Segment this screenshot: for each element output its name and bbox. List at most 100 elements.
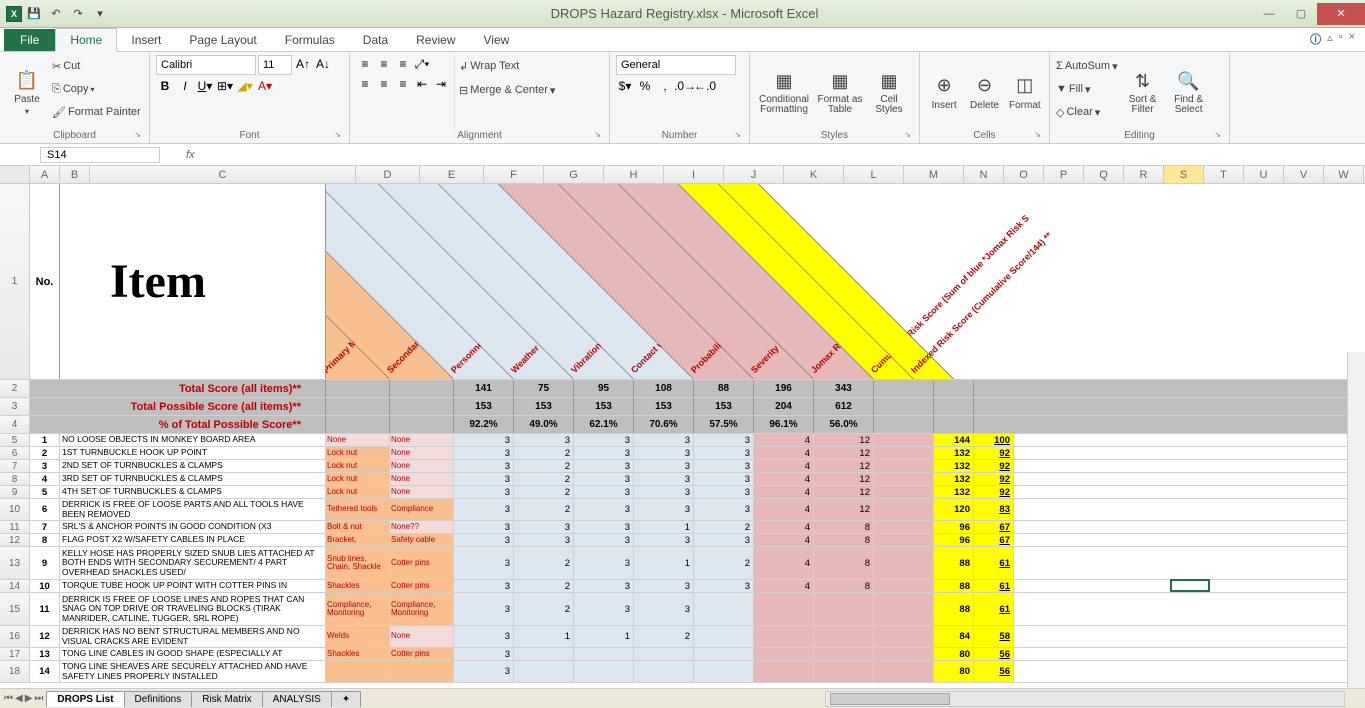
sheet-next-icon[interactable]: ▶ [25,693,33,704]
col-header-L[interactable]: L [844,166,904,183]
col-header-R[interactable]: R [1124,166,1164,183]
close-button[interactable]: ✕ [1317,3,1365,25]
col-header-W[interactable]: W [1324,166,1364,183]
new-sheet-button[interactable]: ✦ [331,691,361,707]
sheet-tab-analysis[interactable]: ANALYSIS [262,691,332,707]
increase-indent-icon[interactable]: ⇥ [432,75,450,93]
fill-color-button[interactable]: ◢▾ [236,77,254,95]
window-restore-icon[interactable]: ▫ [1339,31,1343,47]
fx-icon[interactable]: fx [180,149,201,161]
sheet-first-icon[interactable]: ⏮ [4,693,13,704]
decrease-font-icon[interactable]: A↓ [314,55,332,73]
decrease-indent-icon[interactable]: ⇤ [413,75,431,93]
format-painter-button[interactable]: 🖌Format Painter [52,101,141,123]
merge-center-button[interactable]: ⊟Merge & Center▾ [459,79,555,101]
col-header-S[interactable]: S [1164,166,1204,183]
font-size-combo[interactable]: 11 [258,55,292,75]
wrap-text-button[interactable]: ↲Wrap Text [459,55,555,77]
border-button[interactable]: ⊞▾ [216,77,234,95]
horizontal-scrollbar[interactable] [825,691,1345,707]
col-header-U[interactable]: U [1244,166,1284,183]
font-color-button[interactable]: A▾ [256,77,274,95]
name-box[interactable] [40,147,160,163]
align-center-icon[interactable]: ≡ [375,75,393,93]
find-select-button[interactable]: 🔍Find & Select [1168,55,1210,129]
font-name-combo[interactable]: Calibri [156,55,256,75]
save-icon[interactable]: 💾 [24,4,44,24]
col-header-C[interactable]: C [90,166,356,183]
italic-button[interactable]: I [176,77,194,95]
formula-input[interactable] [201,147,1365,162]
vertical-scrollbar[interactable] [1347,352,1365,688]
underline-button[interactable]: U▾ [196,77,214,95]
window-close-icon[interactable]: × [1349,31,1355,47]
col-header-H[interactable]: H [604,166,664,183]
col-header-V[interactable]: V [1284,166,1324,183]
col-header-M[interactable]: M [904,166,964,183]
col-header-O[interactable]: O [1004,166,1044,183]
cut-button[interactable]: ✂Cut [52,55,141,77]
tab-home[interactable]: Home [55,28,117,52]
sheet-last-icon[interactable]: ⏭ [34,693,43,704]
spreadsheet-grid[interactable]: ABCDEFGHIJKLMNOPQRSTUVW 1No.ItemPrimary … [0,166,1365,688]
maximize-button[interactable]: ▢ [1285,3,1317,25]
sheet-tab-definitions[interactable]: Definitions [124,691,193,707]
tab-review[interactable]: Review [402,29,469,51]
col-header-Q[interactable]: Q [1084,166,1124,183]
col-header-D[interactable]: D [356,166,420,183]
tab-view[interactable]: View [470,29,524,51]
currency-icon[interactable]: $▾ [616,77,634,95]
copy-button[interactable]: ⎘Copy▾ [52,78,141,100]
help-icon[interactable]: ⓘ [1310,31,1321,47]
col-header-T[interactable]: T [1204,166,1244,183]
undo-icon[interactable]: ↶ [46,4,66,24]
qat-dropdown-icon[interactable]: ▾ [90,4,110,24]
tab-insert[interactable]: Insert [117,29,175,51]
excel-icon[interactable]: X [6,6,22,22]
col-header-A[interactable]: A [30,166,60,183]
delete-cells-button[interactable]: ⊖Delete [966,55,1002,129]
bold-button[interactable]: B [156,77,174,95]
col-header-K[interactable]: K [784,166,844,183]
minimize-ribbon-icon[interactable]: ▵ [1327,31,1333,47]
col-header-I[interactable]: I [664,166,724,183]
format-cells-button[interactable]: ◫Format [1007,55,1043,129]
col-header-G[interactable]: G [544,166,604,183]
col-header-F[interactable]: F [484,166,544,183]
orientation-icon[interactable]: ⤢▾ [413,55,431,73]
align-middle-icon[interactable]: ≡ [375,55,393,73]
tab-file[interactable]: File [4,29,55,51]
autosum-button[interactable]: ΣAutoSum▾ [1056,55,1118,77]
paste-button[interactable]: 📋Paste▾ [6,55,48,129]
increase-decimal-icon[interactable]: .0→ [676,77,694,95]
sheet-prev-icon[interactable]: ◀ [15,693,23,704]
number-format-combo[interactable]: General [616,55,736,75]
tab-formulas[interactable]: Formulas [271,29,349,51]
col-header-N[interactable]: N [964,166,1004,183]
col-header-E[interactable]: E [420,166,484,183]
select-all-corner[interactable] [0,166,30,183]
align-right-icon[interactable]: ≡ [394,75,412,93]
decrease-decimal-icon[interactable]: ←.0 [696,77,714,95]
col-header-P[interactable]: P [1044,166,1084,183]
sheet-tab-drops-list[interactable]: DROPS List [46,691,124,707]
col-header-B[interactable]: B [60,166,90,183]
percent-icon[interactable]: % [636,77,654,95]
clear-button[interactable]: ◇Clear▾ [1056,101,1118,123]
minimize-button[interactable]: — [1253,3,1285,25]
redo-icon[interactable]: ↷ [68,4,88,24]
cell-styles-button[interactable]: ▦Cell Styles [868,55,910,129]
align-bottom-icon[interactable]: ≡ [394,55,412,73]
fill-button[interactable]: ▼Fill▾ [1056,78,1118,100]
tab-data[interactable]: Data [349,29,402,51]
align-top-icon[interactable]: ≡ [356,55,374,73]
insert-cells-button[interactable]: ⊕Insert [926,55,962,129]
row-header[interactable]: 1 [0,184,30,379]
sort-filter-button[interactable]: ⇅Sort & Filter [1122,55,1164,129]
sheet-tab-risk-matrix[interactable]: Risk Matrix [191,691,262,707]
conditional-formatting-button[interactable]: ▦Conditional Formatting [756,55,812,129]
format-as-table-button[interactable]: ▦Format as Table [816,55,864,129]
tab-page-layout[interactable]: Page Layout [175,29,270,51]
col-header-J[interactable]: J [724,166,784,183]
comma-icon[interactable]: , [656,77,674,95]
